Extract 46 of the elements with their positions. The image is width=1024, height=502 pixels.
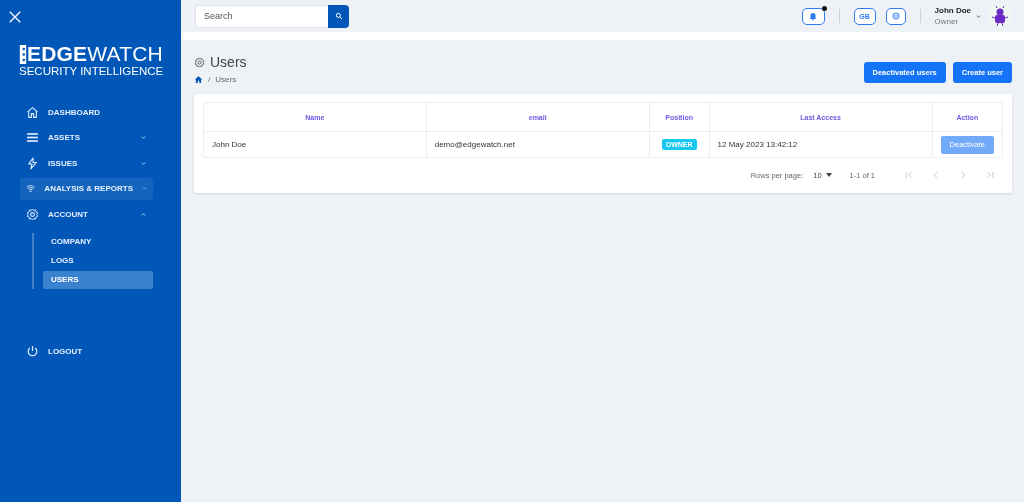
lightning-icon [26,156,39,170]
nav-item[interactable]: ASSETS [20,126,153,149]
chevron-down-icon [140,159,147,167]
nav-item[interactable]: ISSUES [20,152,153,174]
table-cell: demo@edgewatch.net [426,131,650,158]
breadcrumb-item[interactable]: Users [215,75,237,84]
user-name[interactable]: John Doe [934,6,971,15]
close-icon[interactable] [8,10,22,24]
search-field[interactable]: Search [195,4,328,28]
user-role: Owner [934,17,960,26]
chevron-down-icon [141,185,147,192]
caret-icon[interactable] [825,173,832,177]
nav-item[interactable]: DASHBOARD [20,101,153,123]
nav-item[interactable]: ANALYSIS & REPORTS [20,177,153,200]
first-page-icon [904,170,914,180]
logo-tagline: SECURITY INTELLIGENCE [19,65,164,77]
breadcrumb-separator: / [208,75,211,84]
chevron-left-icon [931,170,941,180]
chevron-down-icon[interactable] [975,12,982,20]
page-title: Users [210,54,247,70]
search-icon [334,12,343,20]
settings-button[interactable] [885,7,906,25]
nav-subitem[interactable]: LOGS [43,251,153,270]
gear-icon [26,207,39,221]
table-cell: 12 May 2023 13:42:12 [709,131,933,158]
logout-item[interactable]: LOGOUT [20,340,153,363]
chevron-up-icon [140,210,147,218]
nav-subitem[interactable]: COMPANY [43,232,153,251]
search-button[interactable] [328,4,349,28]
list-icon [26,131,39,144]
last-page-icon [985,170,995,180]
chevron-down-icon [140,134,147,141]
nav-subitem[interactable]: USERS [43,270,153,289]
settings-icon [891,12,900,20]
wifi-icon [26,182,36,195]
table-cell: John Doe [203,131,427,158]
chevron-right-icon [958,170,968,180]
logo-wordmark: EDGEWATCH [19,44,163,64]
circuit-icon [19,44,27,64]
gear-icon [194,56,205,68]
power-icon [26,345,39,358]
bell-icon [808,11,819,21]
home-icon[interactable] [194,75,203,84]
home-icon [26,105,39,119]
notifications-button[interactable] [801,7,825,25]
nav-item[interactable]: ACCOUNT [20,203,153,225]
